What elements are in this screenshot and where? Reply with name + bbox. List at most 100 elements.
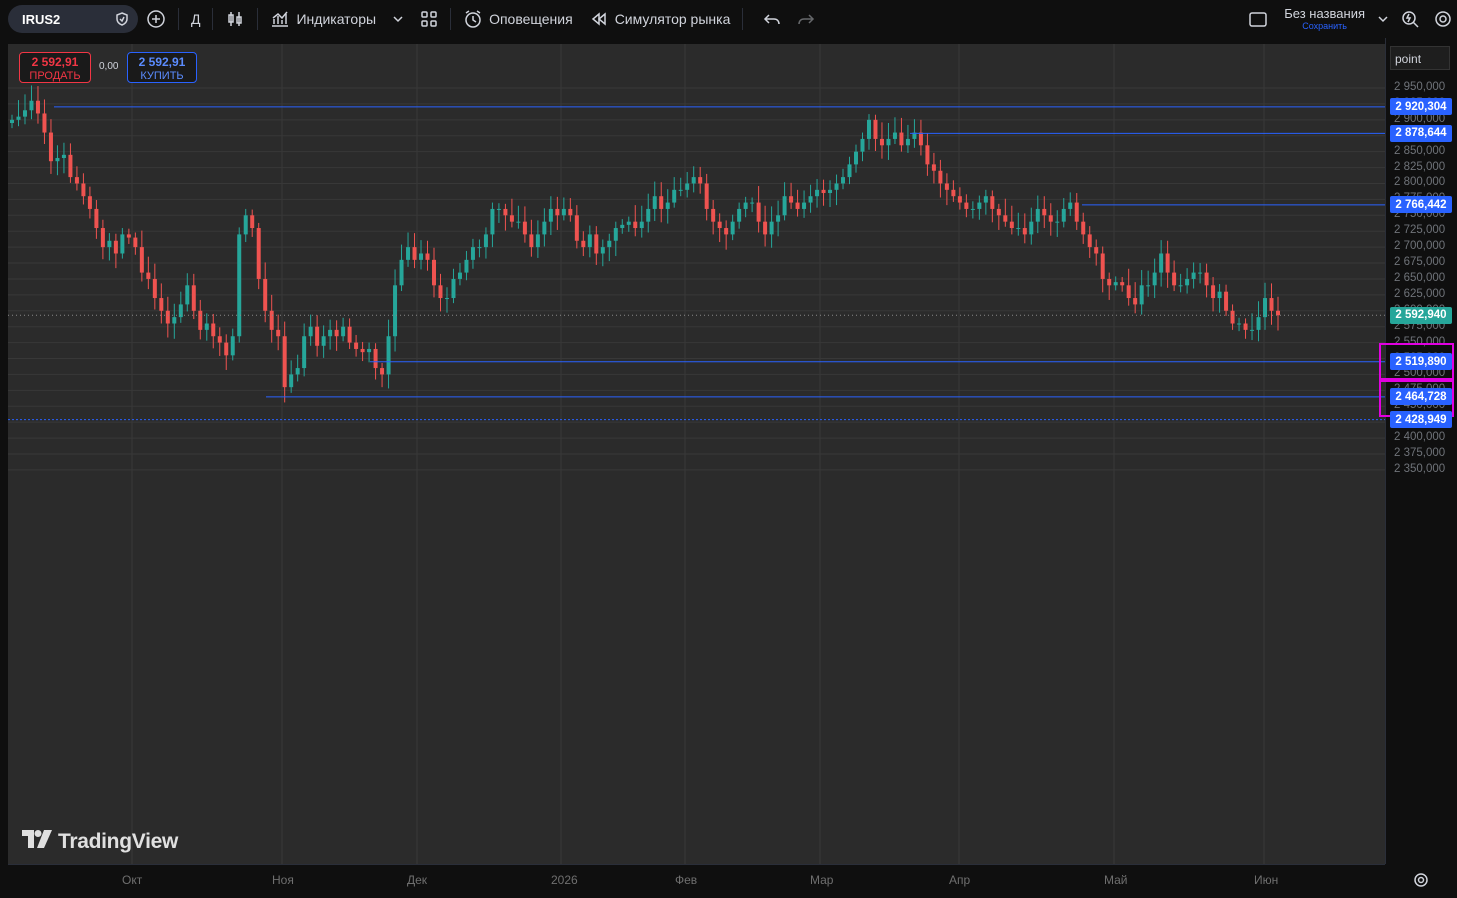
redo-button[interactable] [789, 0, 823, 38]
layouts-button[interactable] [412, 0, 446, 38]
chart-type-button[interactable] [217, 0, 253, 38]
indicators-icon [270, 9, 290, 29]
layout-menu-dropdown[interactable] [1373, 0, 1393, 38]
level-price-label[interactable]: 2 766,442 [1390, 196, 1452, 214]
fullscreen-toggle[interactable] [1240, 0, 1276, 38]
candle-body [737, 208, 742, 222]
candle-body [470, 247, 475, 260]
time-tick: Апр [949, 873, 971, 887]
candle-body [100, 228, 105, 248]
candle-body [1263, 298, 1268, 318]
candle-body [905, 138, 910, 146]
candle-body [172, 317, 177, 324]
candle-body [243, 215, 248, 235]
layout-name: Без названия Сохранить [1284, 7, 1365, 31]
candle-body [873, 119, 878, 139]
candle-body [646, 208, 651, 222]
replay-button[interactable]: Симулятор рынка [581, 0, 739, 38]
candle-body [29, 100, 34, 111]
candle-body [464, 259, 469, 273]
candle-body [263, 278, 268, 311]
indicators-button[interactable]: Индикаторы [262, 0, 384, 38]
templates-dropdown[interactable] [384, 0, 412, 38]
candle-body [587, 234, 592, 248]
candle-body [730, 221, 735, 235]
level-price-label[interactable]: 2 428,949 [1390, 411, 1452, 429]
candle-body [970, 208, 975, 210]
candle-body [1146, 285, 1151, 287]
price-tick: 2 375,000 [1394, 446, 1446, 459]
price-scale[interactable]: point 2 950,0002 925,0002 900,0002 875,0… [1379, 38, 1457, 864]
undo-button[interactable] [755, 0, 789, 38]
gear-icon [1413, 872, 1429, 888]
candle-body [639, 221, 644, 229]
candlestick-chart[interactable] [8, 44, 1385, 864]
candle-body [1191, 272, 1196, 279]
candle-body [925, 145, 930, 165]
candle-body [68, 154, 73, 178]
compare-symbol-button[interactable] [138, 0, 174, 38]
chevron-down-icon [392, 13, 404, 25]
candle-body [672, 189, 677, 203]
level-price-label[interactable]: 2 920,304 [1390, 98, 1452, 116]
candle-body [282, 336, 287, 388]
interval-button[interactable]: Д [183, 0, 208, 38]
time-tick: Июн [1254, 873, 1279, 887]
candle-body [776, 215, 781, 222]
scale-mode-label: point [1395, 52, 1422, 66]
sell-button[interactable]: 2 592,91 ПРОДАТЬ [19, 52, 91, 83]
candle-body [750, 202, 755, 204]
candle-body [1126, 285, 1131, 299]
buy-button[interactable]: 2 592,91 КУПИТЬ [127, 52, 197, 83]
alerts-button[interactable]: Оповещения [455, 0, 581, 38]
symbol-search[interactable]: IRUS2 [8, 5, 138, 33]
tradingview-mark-icon [22, 830, 52, 854]
candle-body [1003, 215, 1008, 222]
candle-body [22, 110, 27, 117]
candle-body [1081, 221, 1086, 235]
candle-body [1178, 285, 1183, 287]
last-price-label[interactable]: 2 592,940 [1390, 306, 1452, 324]
level-price-label[interactable]: 2 878,644 [1390, 124, 1452, 142]
divider [212, 8, 214, 30]
candle-body [990, 196, 995, 209]
candle-body [821, 189, 826, 194]
candle-body [1120, 282, 1125, 286]
settings-button[interactable] [1429, 0, 1457, 38]
candle-body [126, 234, 131, 238]
candle-body [315, 326, 320, 346]
candle-body [509, 215, 514, 222]
candle-body [529, 234, 534, 248]
candle-body [152, 278, 157, 299]
chart-pane[interactable] [8, 44, 1385, 864]
candle-body [250, 215, 255, 229]
candle-body [1243, 323, 1248, 330]
spread-value: 0,00 [99, 61, 119, 72]
quick-search-button[interactable] [1393, 0, 1429, 38]
divider [450, 8, 452, 30]
candle-body [996, 208, 1001, 216]
candle-body [542, 221, 547, 235]
scale-mode-box[interactable]: point [1390, 46, 1450, 70]
candle-body [769, 221, 774, 235]
candle-body [191, 285, 196, 311]
candle-body [295, 368, 300, 375]
candle-body [159, 298, 164, 311]
candle-body [503, 208, 508, 216]
candle-body [1185, 278, 1190, 286]
candle-body [496, 208, 501, 210]
candle-body [432, 259, 436, 286]
tradingview-logo[interactable]: TradingView [22, 830, 178, 854]
layout-name-button[interactable]: Без названия Сохранить [1276, 0, 1373, 38]
candle-body [841, 177, 846, 184]
candle-body [678, 189, 683, 191]
square-icon [1248, 9, 1268, 29]
time-scale[interactable]: Окт Ноя Дек 2026 Фев Мар Апр Май Июн [8, 864, 1385, 894]
price-tick: 2 400,000 [1394, 431, 1446, 444]
candle-body [815, 189, 820, 197]
candle-body [1165, 253, 1170, 273]
candle-body [1237, 323, 1242, 325]
candle-body [1269, 298, 1274, 311]
candle-body [847, 164, 852, 178]
chart-settings-button[interactable] [1410, 870, 1432, 890]
